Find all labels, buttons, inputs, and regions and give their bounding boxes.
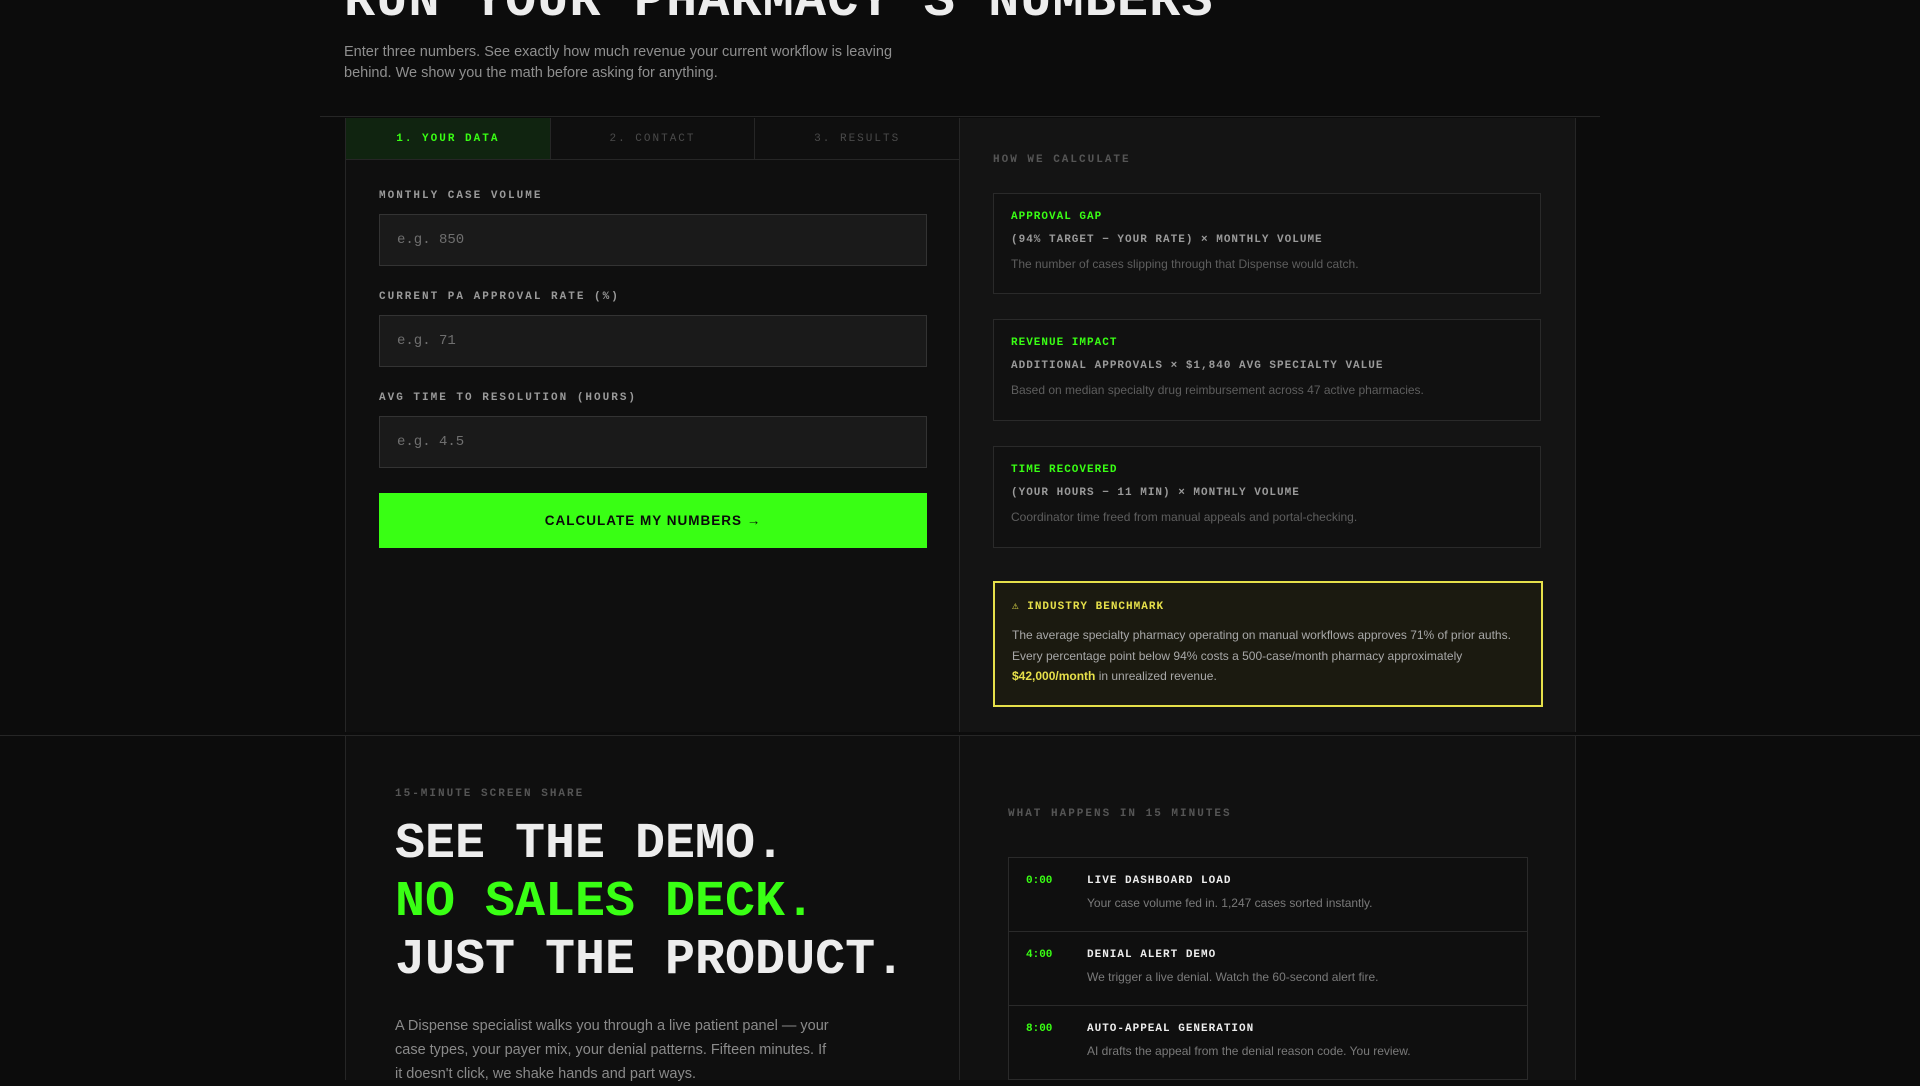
industry-benchmark-callout: ⚠ INDUSTRY BENCHMARK The average special… xyxy=(993,581,1543,707)
step-tabs: 1. YOUR DATA 2. CONTACT 3. RESULTS xyxy=(346,118,959,160)
card-title: TIME RECOVERED xyxy=(1011,464,1118,476)
card-note: Based on median specialty drug reimburse… xyxy=(1011,383,1424,397)
card-note: The number of cases slipping through tha… xyxy=(1011,257,1359,271)
card-title: APPROVAL GAP xyxy=(1011,211,1103,223)
tab-your-data[interactable]: 1. YOUR DATA xyxy=(346,118,551,159)
approval-rate-input[interactable] xyxy=(379,315,927,367)
approval-rate-label: CURRENT PA APPROVAL RATE (%) xyxy=(379,291,620,303)
tab-results[interactable]: 3. RESULTS xyxy=(755,118,959,159)
benchmark-text: The average specialty pharmacy operating… xyxy=(1012,625,1524,687)
page-title: RUN YOUR PHARMACY'S NUMBERS xyxy=(344,0,1214,31)
card-note: Coordinator time freed from manual appea… xyxy=(1011,510,1358,524)
timeline-time: 4:00 xyxy=(1026,949,1053,961)
timeline-item-title: LIVE DASHBOARD LOAD xyxy=(1087,875,1232,887)
demo-intro-panel: 15-MINUTE SCREEN SHARE SEE THE DEMO. NO … xyxy=(345,736,959,1082)
timeline-body: AUTO-APPEAL GENERATION AI drafts the app… xyxy=(1087,1006,1411,1079)
monthly-case-volume-label: MONTHLY CASE VOLUME xyxy=(379,190,543,202)
hero-description: Enter three numbers. See exactly how muc… xyxy=(344,44,893,81)
calculator-panel: 1. YOUR DATA 2. CONTACT 3. RESULTS MONTH… xyxy=(345,118,959,732)
resolution-time-label: AVG TIME TO RESOLUTION (HOURS) xyxy=(379,392,638,404)
revenue-impact-card: REVENUE IMPACT ADDITIONAL APPROVALS × $1… xyxy=(993,319,1541,421)
time-recovered-card: TIME RECOVERED (YOUR HOURS − 11 MIN) × M… xyxy=(993,446,1541,548)
calculator-form: MONTHLY CASE VOLUME CURRENT PA APPROVAL … xyxy=(346,160,959,548)
card-formula: (94% TARGET − YOUR RATE) × MONTHLY VOLUM… xyxy=(1011,234,1323,246)
timeline-time: 8:00 xyxy=(1026,1023,1053,1035)
timeline-item-title: AUTO-APPEAL GENERATION xyxy=(1087,1023,1255,1035)
timeline-body: DENIAL ALERT DEMO We trigger a live deni… xyxy=(1087,932,1378,1005)
monthly-case-volume-input[interactable] xyxy=(379,214,927,266)
timeline-row: 8:00 AUTO-APPEAL GENERATION AI drafts th… xyxy=(1009,1006,1527,1079)
card-formula: ADDITIONAL APPROVALS × $1,840 AVG SPECIA… xyxy=(1011,360,1384,372)
demo-heading-line-2: NO SALES DECK. xyxy=(395,874,816,931)
demo-description: A Dispense specialist walks you through … xyxy=(395,1018,829,1082)
timeline-row: 4:00 DENIAL ALERT DEMO We trigger a live… xyxy=(1009,932,1527,1006)
card-formula: (YOUR HOURS − 11 MIN) × MONTHLY VOLUME xyxy=(1011,487,1300,499)
timeline-item-desc: We trigger a live denial. Watch the 60-s… xyxy=(1087,970,1379,984)
demo-timeline-panel: WHAT HAPPENS IN 15 MINUTES 0:00 LIVE DAS… xyxy=(959,736,1576,1080)
calculate-button[interactable]: CALCULATE MY NUMBERS → xyxy=(379,493,927,548)
demo-eyebrow: 15-MINUTE SCREEN SHARE xyxy=(395,788,585,800)
timeline: 0:00 LIVE DASHBOARD LOAD Your case volum… xyxy=(1008,857,1528,1080)
benchmark-highlight: $42,000/month xyxy=(1012,669,1096,683)
timeline-item-title: DENIAL ALERT DEMO xyxy=(1087,949,1217,961)
divider xyxy=(320,116,1600,117)
how-we-calculate-panel: HOW WE CALCULATE APPROVAL GAP (94% TARGE… xyxy=(959,118,1576,732)
timeline-item-desc: Your case volume fed in. 1,247 cases sor… xyxy=(1087,896,1373,910)
tab-contact[interactable]: 2. CONTACT xyxy=(551,118,756,159)
timeline-time: 0:00 xyxy=(1026,875,1053,887)
timeline-body: LIVE DASHBOARD LOAD Your case volume fed… xyxy=(1087,858,1373,931)
benchmark-text-after: in unrealized revenue. xyxy=(1095,669,1217,683)
demo-heading: SEE THE DEMO. NO SALES DECK. JUST THE PR… xyxy=(395,816,905,990)
benchmark-text-before: The average specialty pharmacy operating… xyxy=(1012,628,1511,663)
how-we-calculate-title: HOW WE CALCULATE xyxy=(993,154,1131,166)
approval-gap-card: APPROVAL GAP (94% TARGET − YOUR RATE) × … xyxy=(993,193,1541,294)
demo-heading-line-3: JUST THE PRODUCT. xyxy=(395,932,906,989)
timeline-row: 0:00 LIVE DASHBOARD LOAD Your case volum… xyxy=(1009,858,1527,932)
resolution-time-input[interactable] xyxy=(379,416,927,468)
timeline-item-desc: AI drafts the appeal from the denial rea… xyxy=(1087,1044,1411,1058)
benchmark-title: ⚠ INDUSTRY BENCHMARK xyxy=(1012,601,1165,613)
demo-heading-line-1: SEE THE DEMO. xyxy=(395,816,786,873)
timeline-title: WHAT HAPPENS IN 15 MINUTES xyxy=(1008,808,1232,820)
card-title: REVENUE IMPACT xyxy=(1011,337,1118,349)
